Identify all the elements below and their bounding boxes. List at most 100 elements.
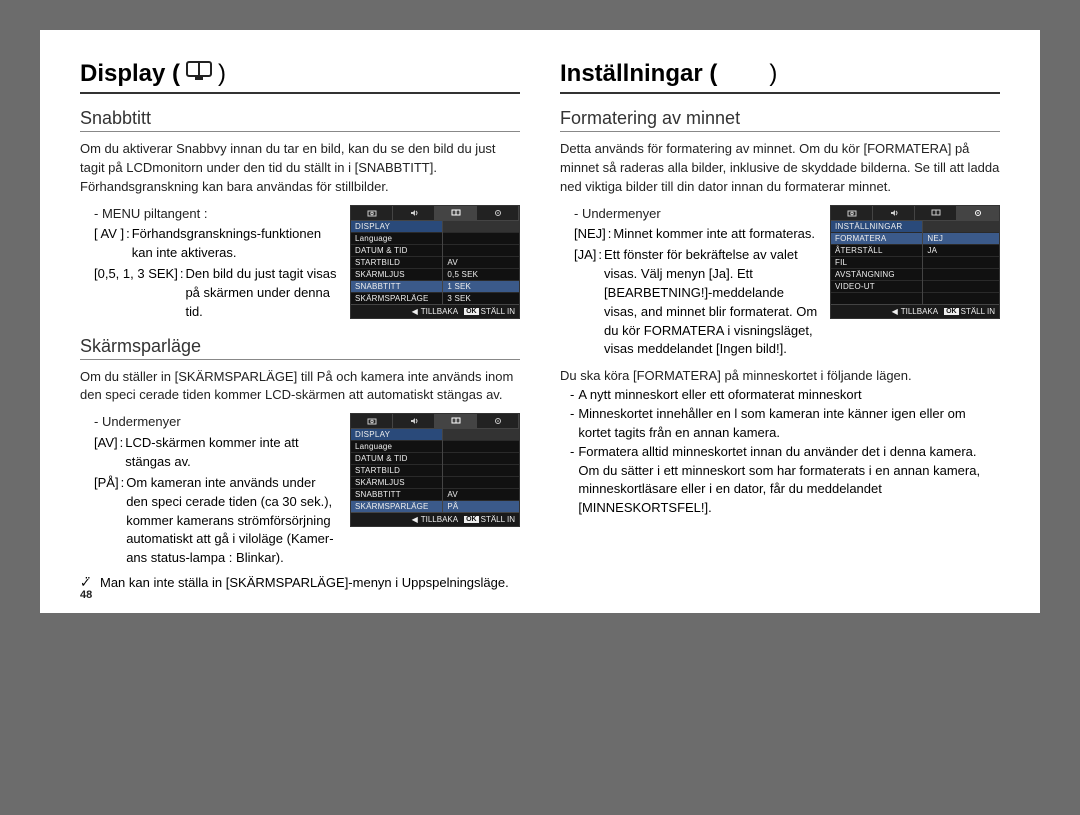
kv-value: Om kameran inte används under den speci … bbox=[126, 474, 340, 568]
sound-icon bbox=[873, 206, 915, 220]
installningar-title: Inställningar ( ) bbox=[560, 60, 1000, 94]
display-icon bbox=[186, 60, 212, 88]
format-desc: Detta används för formatering av minnet.… bbox=[560, 140, 1000, 197]
kv-key: [AV] bbox=[94, 434, 118, 453]
kv-value: Den bild du just tagit visas på skärmen … bbox=[185, 265, 340, 322]
tabbar bbox=[831, 206, 999, 221]
page-number: 48 bbox=[80, 589, 92, 601]
ok-label: OK bbox=[464, 308, 479, 315]
display-icon bbox=[915, 206, 957, 220]
menu-header: INSTÄLLNINGAR bbox=[831, 221, 922, 232]
menu-left-panel: INSTÄLLNINGAR FORMATERA ÅTERSTÄLL FIL AV… bbox=[831, 221, 923, 304]
kv-value: Förhandsgransknings-funktionen kan inte … bbox=[132, 225, 340, 263]
back-button: ◀TILLBAKA bbox=[411, 515, 458, 524]
tabbar bbox=[351, 206, 519, 221]
sound-icon bbox=[393, 206, 435, 220]
menu-item bbox=[443, 452, 519, 464]
title-close-paren: ) bbox=[769, 60, 777, 88]
bullet-item: A nytt minneskort eller ett oformaterat … bbox=[570, 386, 1000, 405]
menu-item: STARTBILD bbox=[351, 464, 442, 476]
kv-colon: : bbox=[598, 246, 602, 265]
back-button: ◀TILLBAKA bbox=[891, 307, 938, 316]
snabbtitt-screenshot: DISPLAY Language DATUM & TID STARTBILD S… bbox=[350, 205, 520, 319]
menu-item: Language bbox=[351, 232, 442, 244]
display-icon bbox=[435, 414, 477, 428]
menu-value: JA bbox=[923, 244, 999, 256]
menu-right-panel: AV 0,5 SEK 1 SEK 3 SEK bbox=[443, 221, 519, 304]
ok-button: OKSTÄLL IN bbox=[944, 307, 995, 316]
left-arrow-icon: ◀ bbox=[411, 516, 419, 524]
menu-item: AVSTÄNGNING bbox=[831, 268, 922, 280]
format-options: - Undermenyer [NEJ] : Minnet kommer inte… bbox=[560, 205, 820, 360]
format-when: Du ska köra [FORMATERA] på minneskortet … bbox=[560, 367, 1000, 386]
settings-icon bbox=[477, 206, 519, 220]
menu-value: 0,5 SEK bbox=[443, 268, 519, 280]
menu-item bbox=[443, 464, 519, 476]
menu-value: AV bbox=[443, 256, 519, 268]
sound-icon bbox=[393, 414, 435, 428]
menu-item bbox=[443, 476, 519, 488]
menu-item: FIL bbox=[831, 256, 922, 268]
menu-item bbox=[831, 292, 922, 304]
menu-footer: ◀TILLBAKA OKSTÄLL IN bbox=[351, 304, 519, 318]
menu-right-panel: NEJ JA bbox=[923, 221, 999, 304]
back-label: TILLBAKA bbox=[901, 307, 938, 316]
bullet-text: Formatera alltid minneskortet innan du a… bbox=[578, 443, 1000, 518]
settings-icon bbox=[477, 414, 519, 428]
format-ja-row: [JA] : Ett fönster för bekräftelse av va… bbox=[574, 246, 820, 359]
menu-header-right bbox=[923, 221, 999, 232]
tabbar bbox=[351, 414, 519, 429]
kv-key: [JA] bbox=[574, 246, 596, 265]
kv-colon: : bbox=[120, 434, 124, 453]
title-text: Inställningar ( bbox=[560, 60, 717, 88]
settings-icon bbox=[957, 206, 999, 220]
set-label: STÄLL IN bbox=[961, 307, 995, 316]
menu-left-panel: DISPLAY Language DATUM & TID STARTBILD S… bbox=[351, 221, 443, 304]
left-arrow-icon: ◀ bbox=[411, 307, 419, 315]
skarmspar-heading: Skärmsparläge bbox=[80, 336, 520, 360]
bullet-text: A nytt minneskort eller ett oformaterat … bbox=[578, 386, 861, 405]
ok-button: OKSTÄLL IN bbox=[464, 515, 515, 524]
undermenyer-label: - Undermenyer bbox=[574, 205, 820, 224]
menu-item: DATUM & TID bbox=[351, 244, 442, 256]
kv-key: [PÅ] bbox=[94, 474, 119, 493]
camera-icon bbox=[351, 414, 393, 428]
bullet-item: Minneskortet innehåller en l som kameran… bbox=[570, 405, 1000, 443]
menu-header: DISPLAY bbox=[351, 221, 442, 232]
menu-header-right bbox=[443, 429, 519, 440]
ok-label: OK bbox=[464, 516, 479, 523]
menu-item-selected: SKÄRMSPARLÄGE bbox=[351, 500, 442, 512]
display-title: Display ( ) bbox=[80, 60, 520, 94]
menu-item-selected: SNABBTITT bbox=[351, 280, 442, 292]
snabbtitt-desc: Om du aktiverar Snabbvy innan du tar en … bbox=[80, 140, 520, 197]
ok-button: OKSTÄLL IN bbox=[464, 307, 515, 316]
bullet-text: Minneskortet innehåller en l som kameran… bbox=[578, 405, 1000, 443]
title-close-paren: ) bbox=[218, 60, 226, 88]
menu-value-selected: NEJ bbox=[923, 232, 999, 244]
manual-page: Display ( ) Snabbtitt Om du aktiverar Sn… bbox=[40, 30, 1040, 613]
menu-item: VIDEO-UT bbox=[831, 280, 922, 292]
menu-item: Language bbox=[351, 440, 442, 452]
set-label: STÄLL IN bbox=[481, 515, 515, 524]
menu-item bbox=[923, 256, 999, 268]
menu-item: STARTBILD bbox=[351, 256, 442, 268]
menu-item: SKÄRMLJUS bbox=[351, 476, 442, 488]
skarmspar-screenshot: DISPLAY Language DATUM & TID STARTBILD S… bbox=[350, 413, 520, 527]
menu-value: AV bbox=[443, 488, 519, 500]
menu-item-selected: FORMATERA bbox=[831, 232, 922, 244]
skarmspar-pa-row: [PÅ] : Om kameran inte används under den… bbox=[94, 474, 340, 568]
skarmspar-desc: Om du ställer in [SKÄRMSPARLÄGE] till På… bbox=[80, 368, 520, 406]
kv-value: LCD-skärmen kommer inte att stängas av. bbox=[125, 434, 340, 472]
snabbtitt-sek-row: [0,5, 1, 3 SEK] : Den bild du just tagit… bbox=[94, 265, 340, 322]
menu-header: DISPLAY bbox=[351, 429, 442, 440]
menu-item bbox=[923, 268, 999, 280]
menu-left-panel: DISPLAY Language DATUM & TID STARTBILD S… bbox=[351, 429, 443, 512]
menu-item bbox=[923, 292, 999, 304]
set-label: STÄLL IN bbox=[481, 307, 515, 316]
undermenyer-label: - Undermenyer bbox=[94, 413, 340, 432]
snabbtitt-av-row: [ AV ] : Förhandsgransknings-funktionen … bbox=[94, 225, 340, 263]
format-screenshot: INSTÄLLNINGAR FORMATERA ÅTERSTÄLL FIL AV… bbox=[830, 205, 1000, 319]
back-button: ◀TILLBAKA bbox=[411, 307, 458, 316]
title-text: Display ( bbox=[80, 60, 180, 88]
format-heading: Formatering av minnet bbox=[560, 108, 1000, 132]
